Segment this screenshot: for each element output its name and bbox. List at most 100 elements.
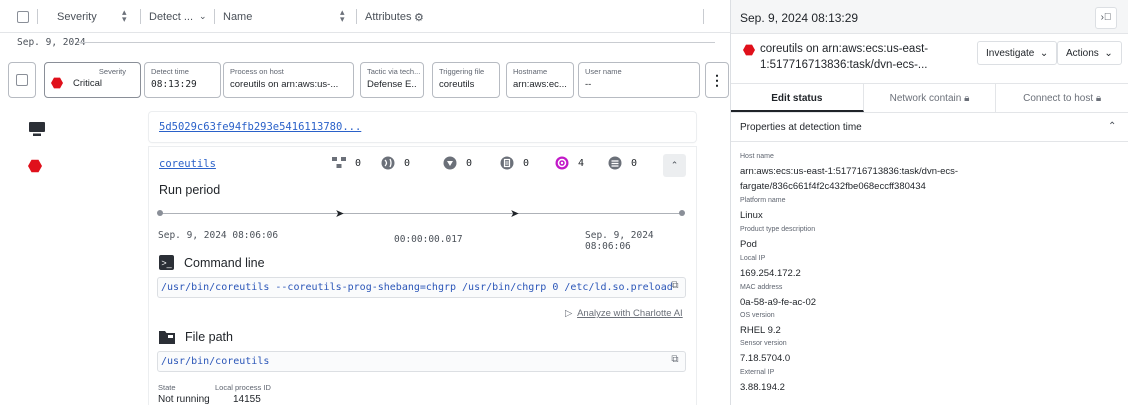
process-name-link[interactable]: coreutils bbox=[159, 158, 216, 170]
tab-connect-to-host[interactable]: Connect to host 🔒︎ bbox=[996, 84, 1128, 112]
prop-key: Sensor version bbox=[740, 340, 787, 347]
tab-label: Network contain bbox=[889, 93, 962, 104]
sort-icon[interactable]: ▴ ▾ bbox=[340, 8, 345, 24]
properties-heading: Properties at detection time bbox=[740, 122, 862, 133]
file-path-heading: File path bbox=[185, 330, 233, 344]
parent-process-card[interactable]: 5d5029c63fe94fb293e5416113780... bbox=[149, 112, 696, 142]
prop-key: Platform name bbox=[740, 197, 786, 204]
play-icon: ▷ bbox=[565, 308, 573, 319]
network-icon bbox=[332, 157, 346, 168]
chip-detect-time[interactable]: Detect time 08:13:29 bbox=[144, 62, 221, 98]
target-icon bbox=[555, 156, 569, 170]
globe-icon bbox=[381, 156, 395, 170]
run-period-heading: Run period bbox=[159, 183, 221, 197]
chevron-up-icon: ⌃ bbox=[670, 160, 679, 170]
end-time: Sep. 9, 2024 08:06:06 bbox=[585, 230, 654, 252]
copy-icon[interactable]: ⧉ bbox=[668, 354, 682, 368]
chip-title: User name bbox=[585, 67, 622, 76]
stat-count: 0 bbox=[404, 157, 411, 169]
prop-value: 169.254.172.2 bbox=[740, 268, 801, 279]
stat-count: 0 bbox=[523, 157, 530, 169]
detection-row[interactable]: Severity Critical Detect time 08:13:29 P… bbox=[8, 62, 730, 100]
action-tabs: Edit status Network contain 🔒︎ Connect t… bbox=[731, 83, 1128, 113]
database-icon bbox=[608, 156, 622, 170]
collapse-panel-icon[interactable]: ›⃞ bbox=[1095, 7, 1117, 29]
chevron-down-icon: ⌄ bbox=[1037, 48, 1049, 59]
stat-count: 0 bbox=[466, 157, 473, 169]
panel-title: coreutils on arn:aws:ecs:us-east-1:51771… bbox=[740, 41, 970, 73]
file-path-value: /usr/bin/coreutils bbox=[161, 356, 270, 367]
file-path-section: File path bbox=[159, 330, 233, 344]
prop-value: 7.18.5704.0 bbox=[740, 353, 791, 364]
chip-user-name[interactable]: User name -- bbox=[578, 62, 700, 98]
actions-button[interactable]: Actions ⌄ bbox=[1057, 41, 1122, 65]
chip-value: 08:13:29 bbox=[151, 79, 197, 90]
prop-key: Host name bbox=[740, 153, 774, 160]
shield-down-icon bbox=[443, 156, 457, 170]
document-icon bbox=[500, 156, 514, 170]
stat-count: 0 bbox=[631, 157, 638, 169]
network-stat[interactable]: 0 bbox=[332, 156, 361, 170]
row-checkbox[interactable] bbox=[16, 74, 28, 86]
tab-network-contain[interactable]: Network contain 🔒︎ bbox=[864, 84, 997, 112]
row-checkbox-cell[interactable] bbox=[8, 62, 36, 98]
column-attributes[interactable]: Attributes bbox=[365, 11, 411, 23]
chip-value: arn:aws:ec... bbox=[513, 79, 567, 90]
column-name[interactable]: Name bbox=[223, 11, 252, 23]
command-line-heading: Command line bbox=[184, 255, 265, 270]
chip-severity[interactable]: Severity Critical bbox=[44, 62, 141, 98]
sort-icon[interactable]: ▴ ▾ bbox=[122, 8, 127, 24]
registry-stat[interactable]: 0 bbox=[608, 156, 637, 170]
prop-value: 0a-58-a9-fe-ac-02 bbox=[740, 297, 817, 308]
investigate-button[interactable]: Investigate ⌄ bbox=[977, 41, 1058, 65]
prop-value: 3.88.194.2 bbox=[740, 382, 785, 393]
chip-process-on-host[interactable]: Process on host coreutils on arn:aws:us-… bbox=[223, 62, 354, 98]
stat-count: 4 bbox=[578, 157, 585, 169]
disk-stat[interactable]: 0 bbox=[443, 156, 472, 170]
more-options-icon[interactable]: ⋮ bbox=[705, 62, 729, 98]
prop-key: OS version bbox=[740, 312, 775, 319]
actions-label: Actions bbox=[1066, 48, 1099, 59]
investigate-label: Investigate bbox=[986, 48, 1035, 59]
tab-edit-status[interactable]: Edit status bbox=[731, 84, 864, 112]
state-value: Not running bbox=[158, 394, 210, 405]
chip-title: Triggering file bbox=[439, 67, 485, 76]
gear-icon[interactable]: ⚙ bbox=[414, 11, 424, 24]
chevron-down-icon[interactable]: ⌄ bbox=[199, 11, 207, 22]
dns-stat[interactable]: 0 bbox=[381, 156, 410, 170]
chip-triggering-file[interactable]: Triggering file coreutils bbox=[432, 62, 500, 98]
parent-process-hash-link[interactable]: 5d5029c63fe94fb293e5416113780... bbox=[159, 121, 361, 133]
chip-value: coreutils on arn:aws:us-... bbox=[230, 79, 339, 90]
prop-key: Product type description bbox=[740, 226, 816, 233]
tab-label: Connect to host bbox=[1023, 93, 1094, 104]
prop-value: Linux bbox=[740, 210, 763, 221]
chip-tactic[interactable]: Tactic via tech... Defense E... bbox=[360, 62, 424, 98]
process-card: coreutils 0 0 0 0 4 0 ⌃ Run period ➤ ➤ S… bbox=[149, 147, 696, 405]
folder-icon bbox=[159, 331, 175, 344]
monitor-icon bbox=[29, 122, 45, 136]
file-stat[interactable]: 0 bbox=[500, 156, 529, 170]
column-detect[interactable]: Detect ... bbox=[149, 11, 193, 23]
chevron-up-icon[interactable]: ⌃ bbox=[1108, 121, 1116, 132]
analyze-charlotte-label: Analyze with Charlotte AI bbox=[577, 308, 683, 319]
timeline-end-dot bbox=[679, 210, 685, 216]
column-divider bbox=[214, 9, 215, 24]
select-all-checkbox[interactable] bbox=[17, 11, 29, 23]
collapse-button[interactable]: ⌃ bbox=[663, 154, 686, 177]
tab-label: Edit status bbox=[771, 93, 823, 104]
copy-icon[interactable]: ⧉ bbox=[668, 280, 682, 294]
detection-stat[interactable]: 4 bbox=[555, 156, 584, 170]
arrow-right-icon: ➤ bbox=[335, 208, 345, 220]
stat-count: 0 bbox=[355, 157, 362, 169]
prop-value: fargate/836c661f4f2c432fbe068eccff380434 bbox=[740, 181, 926, 192]
divider-line bbox=[731, 141, 1128, 142]
timeline-start-dot bbox=[157, 210, 163, 216]
divider-line bbox=[78, 42, 715, 43]
chip-hostname[interactable]: Hostname arn:aws:ec... bbox=[506, 62, 574, 98]
arrow-right-icon: ➤ bbox=[510, 208, 520, 220]
chip-title: Detect time bbox=[151, 67, 189, 76]
prop-value: RHEL 9.2 bbox=[740, 325, 781, 336]
chip-title: Severity bbox=[98, 67, 126, 76]
analyze-charlotte-button[interactable]: ▷ Analyze with Charlotte AI bbox=[565, 308, 683, 319]
column-severity[interactable]: Severity bbox=[57, 11, 97, 23]
